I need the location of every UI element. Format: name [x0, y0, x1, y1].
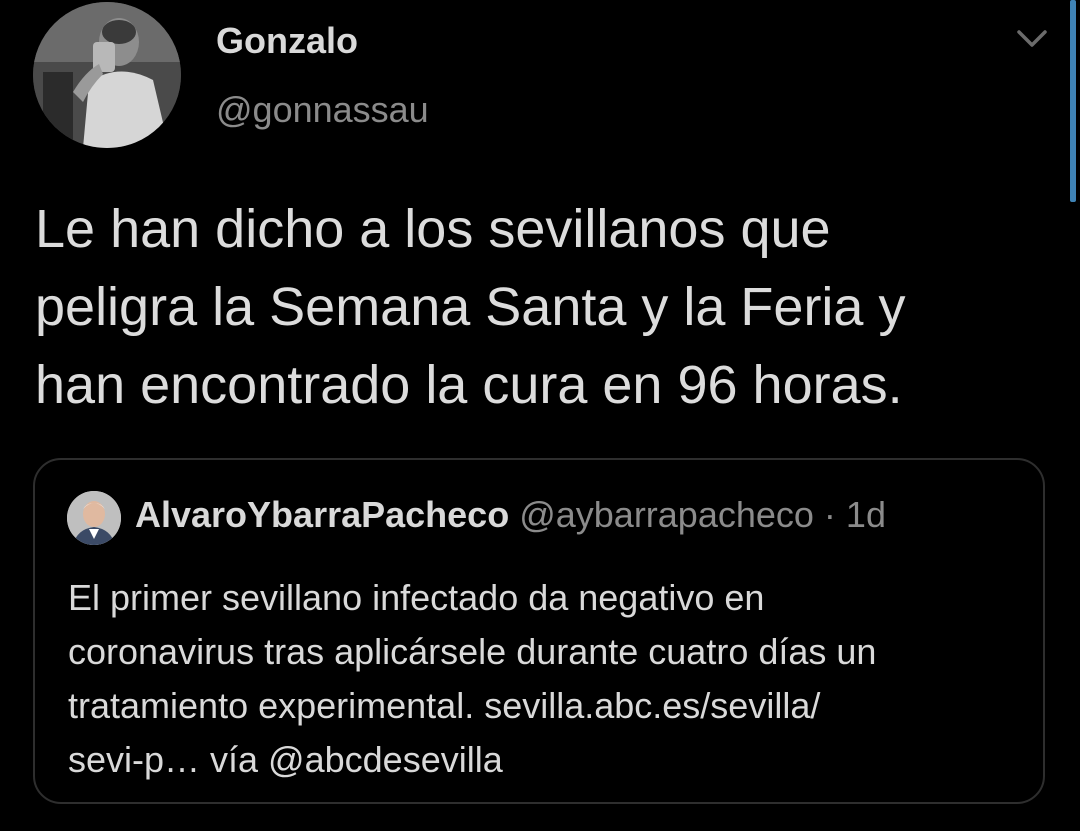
quoted-tweet-card[interactable]: AlvaroYbarraPacheco @aybarrapacheco · 1d…	[33, 458, 1045, 804]
scrollbar-thumb[interactable]	[1070, 0, 1076, 202]
quoted-text-line: El primer sevillano infectado da negativ…	[68, 577, 765, 618]
tweet: Gonzalo @gonnassau Le han dicho a los se…	[0, 0, 1080, 831]
quoted-author-display-name[interactable]: AlvaroYbarraPacheco	[135, 494, 509, 535]
tweet-text-line: peligra la Semana Santa y la Feria y	[35, 277, 906, 337]
quoted-author-avatar	[67, 491, 121, 545]
tweet-text-line: han encontrado la cura en 96 horas.	[35, 355, 903, 415]
quoted-text-line: tratamiento experimental. sevilla.abc.es…	[68, 685, 821, 726]
separator-dot: ·	[813, 494, 846, 535]
tweet-text: Le han dicho a los sevillanos que peligr…	[35, 190, 1045, 424]
author-avatar[interactable]	[33, 2, 181, 148]
chevron-down-icon[interactable]	[1014, 24, 1050, 54]
quoted-header: AlvaroYbarraPacheco @aybarrapacheco · 1d	[135, 494, 886, 536]
author-display-name[interactable]: Gonzalo	[216, 20, 358, 62]
author-handle[interactable]: @gonnassau	[216, 89, 429, 131]
tweet-text-line: Le han dicho a los sevillanos que	[35, 199, 831, 259]
quoted-text-line: sevi-p… vía @abcdesevilla	[68, 739, 503, 780]
quoted-timestamp[interactable]: 1d	[846, 494, 886, 535]
quoted-author-handle[interactable]: @aybarrapacheco	[519, 494, 814, 535]
quoted-text-line: coronavirus tras aplicársele durante cua…	[68, 631, 877, 672]
quoted-tweet-text: El primer sevillano infectado da negativ…	[68, 571, 1018, 787]
